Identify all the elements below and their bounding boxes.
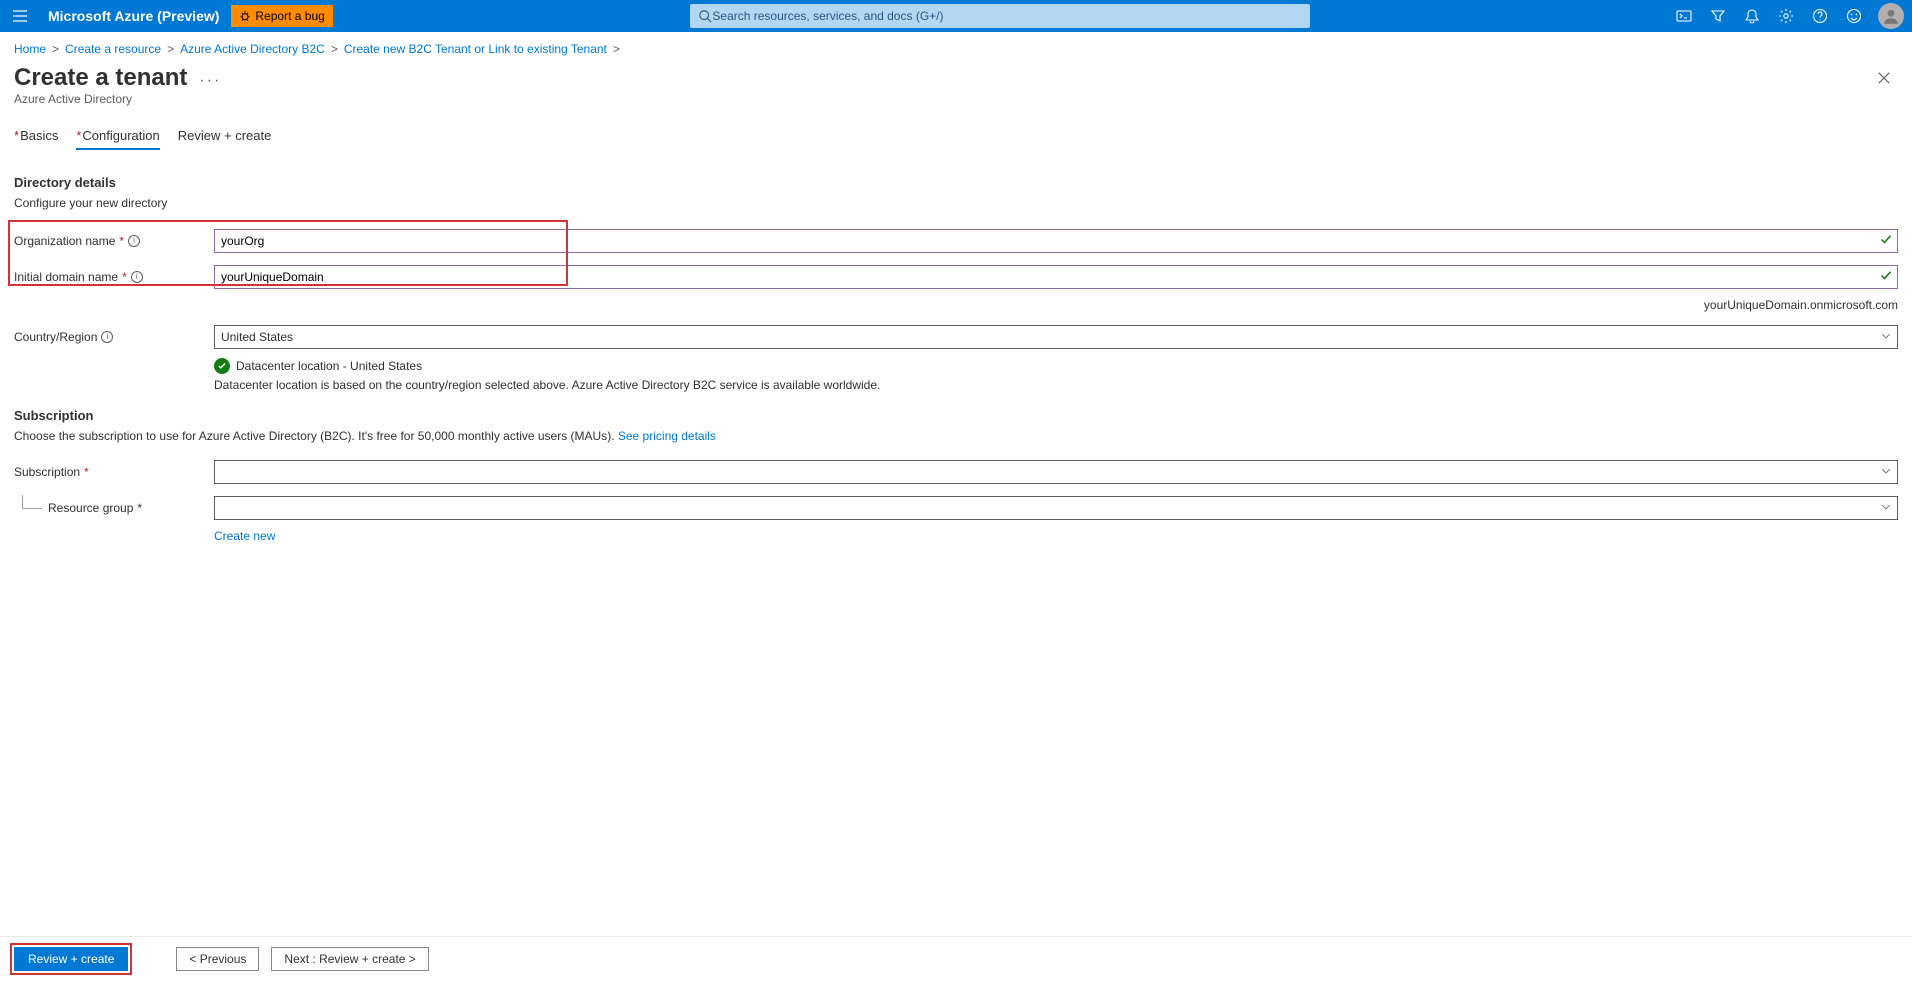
domain-suffix: yourUniqueDomain.onmicrosoft.com	[214, 298, 1898, 312]
cloud-shell-icon[interactable]	[1668, 0, 1700, 32]
more-actions-icon[interactable]: ···	[199, 64, 221, 90]
tab-configuration[interactable]: *Configuration	[76, 122, 159, 149]
help-icon[interactable]	[1804, 0, 1836, 32]
chevron-down-icon	[1881, 501, 1891, 515]
breadcrumb-aad-b2c[interactable]: Azure Active Directory B2C	[180, 42, 325, 56]
directory-section-title: Directory details	[14, 175, 1898, 190]
tab-review-create-label: Review + create	[178, 128, 272, 143]
report-bug-label: Report a bug	[255, 9, 324, 23]
close-blade-button[interactable]	[1870, 64, 1898, 92]
notifications-icon[interactable]	[1736, 0, 1768, 32]
directory-section-desc: Configure your new directory	[14, 196, 1898, 210]
chevron-down-icon	[1881, 330, 1891, 344]
report-bug-button[interactable]: Report a bug	[231, 5, 332, 27]
next-button[interactable]: Next : Review + create >	[271, 947, 428, 971]
global-search[interactable]	[690, 4, 1310, 28]
search-input[interactable]	[712, 9, 1302, 23]
top-bar: Microsoft Azure (Preview) Report a bug	[0, 0, 1912, 32]
info-icon[interactable]: i	[131, 271, 143, 283]
subscription-select[interactable]	[214, 460, 1898, 484]
page-title: Create a tenant	[14, 64, 187, 92]
bug-icon	[239, 10, 251, 22]
tab-configuration-label: Configuration	[82, 128, 159, 143]
form-content: Directory details Configure your new dir…	[0, 149, 1912, 981]
feedback-icon[interactable]	[1838, 0, 1870, 32]
breadcrumb-create-resource[interactable]: Create a resource	[65, 42, 161, 56]
country-region-label: Country/Region i	[14, 330, 214, 344]
review-create-button[interactable]: Review + create	[14, 947, 128, 971]
wizard-footer: Review + create < Previous Next : Review…	[0, 936, 1912, 981]
valid-check-icon	[1880, 270, 1892, 285]
country-region-select[interactable]: United States	[214, 325, 1898, 349]
subscription-label: Subscription*	[14, 465, 214, 479]
datacenter-location-text: Datacenter location - United States	[236, 359, 422, 373]
subscription-section-title: Subscription	[14, 408, 1898, 423]
tab-basics-label: Basics	[20, 128, 58, 143]
pricing-details-link[interactable]: See pricing details	[618, 429, 716, 443]
brand-label[interactable]: Microsoft Azure (Preview)	[48, 8, 219, 24]
settings-gear-icon[interactable]	[1770, 0, 1802, 32]
org-name-input[interactable]	[214, 229, 1898, 253]
domain-name-input[interactable]	[214, 265, 1898, 289]
info-icon[interactable]: i	[101, 331, 113, 343]
search-icon	[698, 9, 712, 23]
chevron-down-icon	[1881, 465, 1891, 479]
resource-group-select[interactable]	[214, 496, 1898, 520]
breadcrumb-home[interactable]: Home	[14, 42, 46, 56]
user-avatar[interactable]	[1878, 3, 1904, 29]
page-subtitle: Azure Active Directory	[0, 92, 1912, 116]
breadcrumb-create-tenant[interactable]: Create new B2C Tenant or Link to existin…	[344, 42, 607, 56]
breadcrumb: Home> Create a resource> Azure Active Di…	[0, 32, 1912, 60]
previous-button[interactable]: < Previous	[176, 947, 259, 971]
tree-indent-icon	[22, 495, 42, 509]
datacenter-note: Datacenter location is based on the coun…	[214, 378, 1898, 392]
org-name-label: Organization name* i	[14, 234, 214, 248]
subscription-section-desc: Choose the subscription to use for Azure…	[14, 429, 1898, 443]
hamburger-menu-icon[interactable]	[8, 4, 32, 28]
domain-name-label: Initial domain name* i	[14, 270, 214, 284]
info-icon[interactable]: i	[128, 235, 140, 247]
create-new-rg-link[interactable]: Create new	[214, 529, 275, 543]
valid-check-icon	[1880, 234, 1892, 249]
wizard-tabs: *Basics *Configuration Review + create	[0, 116, 1912, 149]
country-region-value: United States	[221, 330, 293, 344]
resource-group-label: Resource group*	[48, 501, 214, 515]
success-check-icon	[214, 358, 230, 374]
tab-review-create[interactable]: Review + create	[178, 122, 272, 149]
directories-filter-icon[interactable]	[1702, 0, 1734, 32]
tab-basics[interactable]: *Basics	[14, 122, 58, 149]
